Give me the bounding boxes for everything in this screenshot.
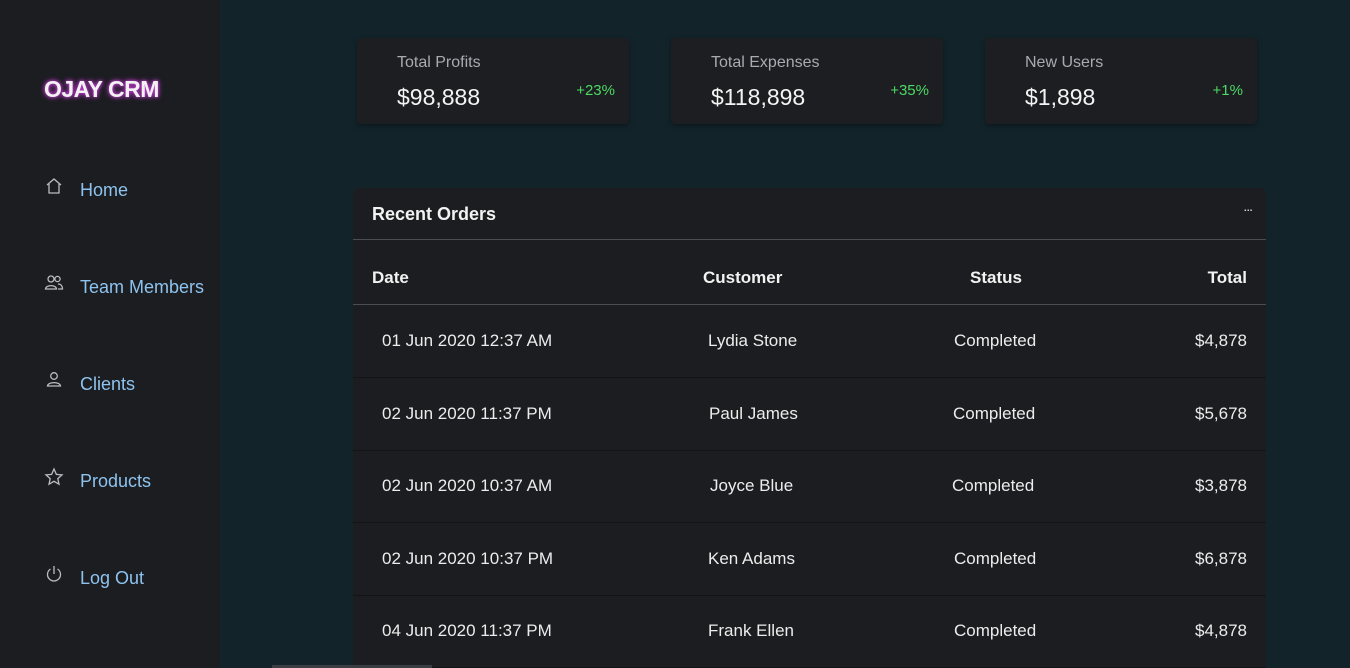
cell-date: 02 Jun 2020 10:37 AM	[382, 476, 553, 495]
stat-value: $1,898	[1025, 84, 1096, 110]
user-icon	[44, 370, 66, 392]
sidebar: OJAY CRM Home Team Members Clients Produ…	[0, 0, 220, 668]
cell-status: Completed	[952, 476, 1035, 495]
app-logo[interactable]: OJAY CRM	[44, 76, 159, 103]
sidebar-item-products[interactable]: Products	[44, 466, 214, 496]
table-row[interactable]: 02 Jun 2020 10:37 PM Ken Adams Completed…	[353, 523, 1266, 596]
stat-title: Total Profits	[397, 54, 481, 71]
cell-customer: Ken Adams	[708, 549, 795, 568]
sidebar-item-team-members[interactable]: Team Members	[44, 272, 214, 302]
stat-title: New Users	[1025, 54, 1104, 71]
more-options-button[interactable]: ...	[1243, 198, 1253, 214]
home-icon	[44, 176, 66, 198]
star-icon	[44, 467, 66, 489]
team-icon	[44, 273, 66, 295]
stat-change: +35%	[890, 82, 929, 99]
cell-status: Completed	[954, 621, 1037, 640]
column-header-status[interactable]: Status	[970, 268, 1022, 288]
sidebar-item-label: Products	[80, 470, 152, 491]
cell-date: 02 Jun 2020 11:37 PM	[382, 404, 552, 423]
cell-date: 04 Jun 2020 11:37 PM	[382, 621, 552, 640]
cell-total: $3,878	[1195, 476, 1247, 495]
recent-orders-title: Recent Orders	[372, 204, 497, 224]
stat-card-new-users: New Users $1,898 +1%	[985, 38, 1257, 124]
cell-customer: Lydia Stone	[708, 331, 798, 350]
sidebar-item-home[interactable]: Home	[44, 175, 214, 205]
cell-status: Completed	[954, 331, 1037, 350]
cell-total: $5,678	[1195, 404, 1247, 423]
stat-card-total-profits: Total Profits $98,888 +23%	[357, 38, 629, 124]
table-row[interactable]: 04 Jun 2020 11:37 PM Frank Ellen Complet…	[353, 595, 1266, 668]
cell-customer: Paul James	[709, 404, 798, 423]
sidebar-item-clients[interactable]: Clients	[44, 369, 214, 399]
stat-change: +23%	[576, 82, 615, 99]
sidebar-item-label: Log Out	[80, 567, 145, 588]
cell-date: 01 Jun 2020 12:37 AM	[382, 331, 553, 350]
column-header-total[interactable]: Total	[1208, 268, 1247, 288]
recent-orders-panel: Recent Orders ... Date Customer Status T…	[353, 188, 1266, 668]
stat-value: $118,898	[711, 84, 806, 110]
sidebar-item-label: Home	[80, 179, 129, 200]
divider	[353, 239, 1266, 240]
cell-date: 02 Jun 2020 10:37 PM	[382, 549, 554, 568]
stat-value: $98,888	[397, 84, 481, 110]
cell-total: $4,878	[1195, 621, 1247, 640]
cell-total: $4,878	[1195, 331, 1247, 350]
sidebar-item-label: Team Members	[80, 276, 205, 297]
power-icon	[44, 564, 66, 586]
cell-total: $6,878	[1195, 549, 1247, 568]
stat-change: +1%	[1212, 82, 1243, 99]
stat-title: Total Expenses	[711, 54, 820, 71]
cell-customer: Frank Ellen	[708, 621, 794, 640]
table-row[interactable]: 02 Jun 2020 11:37 PM Paul James Complete…	[353, 378, 1266, 451]
cell-customer: Joyce Blue	[710, 476, 794, 495]
cell-status: Completed	[954, 549, 1037, 568]
table-row[interactable]: 01 Jun 2020 12:37 AM Lydia Stone Complet…	[353, 305, 1266, 378]
column-header-date[interactable]: Date	[372, 268, 409, 288]
table-row[interactable]: 02 Jun 2020 10:37 AM Joyce Blue Complete…	[353, 450, 1266, 523]
stat-card-total-expenses: Total Expenses $118,898 +35%	[671, 38, 943, 124]
cell-status: Completed	[953, 404, 1036, 423]
column-header-customer[interactable]: Customer	[703, 268, 782, 288]
sidebar-item-label: Clients	[80, 373, 136, 394]
sidebar-item-log-out[interactable]: Log Out	[44, 563, 214, 593]
